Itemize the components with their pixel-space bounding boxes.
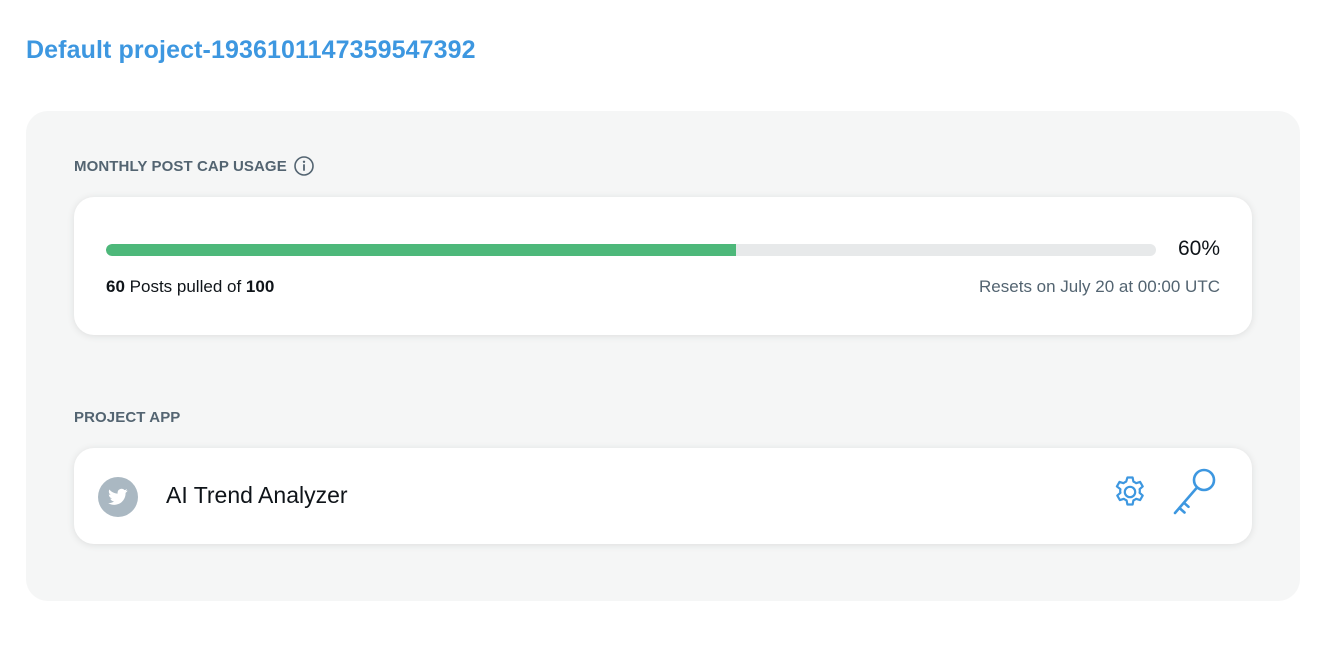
key-icon [1169,465,1219,524]
post-cap-label-text: MONTHLY POST CAP USAGE [74,157,287,175]
usage-summary: 60 Posts pulled of 100 [106,277,274,297]
usage-percent: 60% [1177,237,1220,260]
pulled-count: 60 [106,277,125,296]
usage-progress-bar [106,244,1156,256]
reset-date-text: Resets on July 20 at 00:00 UTC [979,277,1220,296]
app-name-link[interactable]: AI Trend Analyzer [166,482,348,509]
project-panel: MONTHLY POST CAP USAGE 60% 60 Posts pull… [26,111,1300,601]
project-title-link[interactable]: Default project-1936101147359547392 [26,36,476,65]
info-icon[interactable] [293,155,315,177]
pulled-text: Posts pulled of [129,277,242,296]
project-app-label-text: PROJECT APP [74,409,181,426]
usage-card: 60% 60 Posts pulled of 100 Resets on Jul… [74,197,1252,335]
app-card: AI Trend Analyzer [74,448,1252,544]
cap-count: 100 [245,277,275,296]
app-keys-button[interactable] [1168,466,1220,522]
post-cap-section-label: MONTHLY POST CAP USAGE [74,155,315,177]
usage-progress-fill [106,244,736,256]
gear-icon [1112,474,1148,515]
project-app-section-label: PROJECT APP [74,409,180,426]
twitter-bird-icon [98,477,138,517]
app-settings-button[interactable] [1110,474,1150,514]
